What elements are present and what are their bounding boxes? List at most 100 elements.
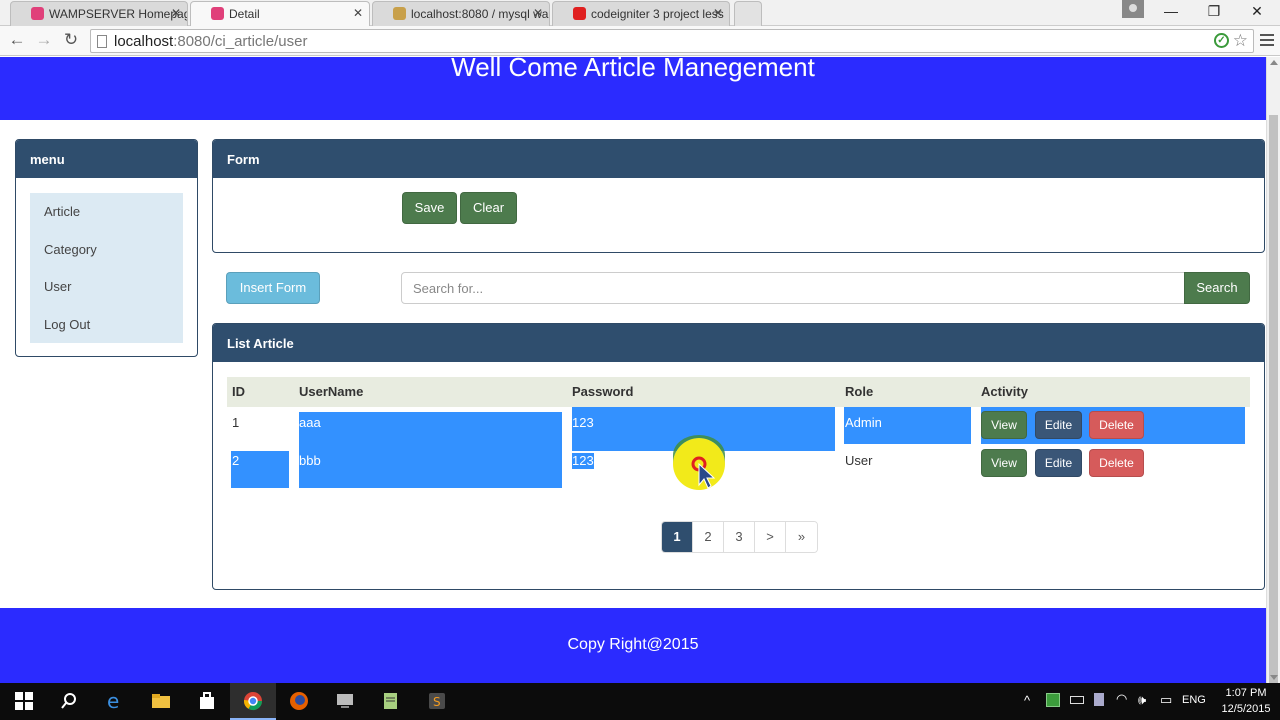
tab-title: WAMPSERVER Homepage bbox=[49, 7, 188, 21]
chrome-taskbar-button[interactable] bbox=[230, 683, 276, 720]
taskbar: e S ^ ◠ 🕪 ▭ ENG 1:07 PM 12/5/2015 bbox=[0, 683, 1280, 720]
search-taskbar-button[interactable] bbox=[46, 683, 92, 720]
page-link-2[interactable]: 2 bbox=[693, 522, 724, 552]
browser-toolbar: ← → ↻ localhost:8080/ci_article/user ✓ ☆ bbox=[0, 26, 1280, 56]
delete-button[interactable]: Delete bbox=[1089, 449, 1144, 477]
table-row: 1 aaa 123 Admin View Edite Delete bbox=[227, 407, 1250, 451]
column-header-username: UserName bbox=[299, 384, 364, 399]
save-button[interactable]: Save bbox=[402, 192, 457, 224]
url-path: :8080/ci_article/user bbox=[173, 33, 308, 50]
browser-tab-strip: WAMPSERVER Homepage ✕ Detail ✕ localhost… bbox=[0, 0, 1280, 26]
reload-icon[interactable]: ↻ bbox=[60, 30, 82, 52]
view-button[interactable]: View bbox=[981, 411, 1027, 439]
close-tab-icon[interactable]: ✕ bbox=[353, 6, 363, 20]
cursor-highlight-icon bbox=[673, 435, 725, 490]
back-icon[interactable]: ← bbox=[6, 30, 28, 52]
youtube-favicon-icon bbox=[573, 7, 586, 20]
tab-youtube[interactable]: codeigniter 3 project less ✕ bbox=[552, 1, 730, 26]
insert-form-button[interactable]: Insert Form bbox=[226, 272, 320, 304]
menu-item-user[interactable]: User bbox=[30, 268, 183, 306]
wamp-favicon-icon bbox=[31, 7, 44, 20]
store-taskbar-button[interactable] bbox=[184, 683, 230, 720]
menu-item-category[interactable]: Category bbox=[30, 231, 183, 269]
view-button[interactable]: View bbox=[981, 449, 1027, 477]
list-article-panel: List Article ID UserName Password Role A… bbox=[212, 323, 1265, 590]
battery-icon[interactable] bbox=[1070, 696, 1084, 704]
close-tab-icon[interactable]: ✕ bbox=[533, 6, 543, 20]
firefox-taskbar-button[interactable] bbox=[276, 683, 322, 720]
page-viewport: Well Come Article Manegement menu Articl… bbox=[0, 57, 1266, 683]
clock-time: 1:07 PM bbox=[1225, 687, 1267, 699]
extension-check-icon[interactable]: ✓ bbox=[1214, 33, 1229, 48]
edge-taskbar-button[interactable]: e bbox=[92, 683, 138, 720]
scroll-up-icon[interactable] bbox=[1270, 60, 1278, 65]
form-panel: Form Save Clear bbox=[212, 139, 1265, 253]
search-icon bbox=[61, 693, 76, 709]
profile-icon[interactable] bbox=[1122, 0, 1144, 18]
selection-highlight bbox=[231, 451, 289, 488]
clear-button[interactable]: Clear bbox=[460, 192, 517, 224]
sublime-taskbar-button[interactable]: S bbox=[414, 683, 460, 720]
column-header-password: Password bbox=[572, 384, 634, 399]
page-link-3[interactable]: 3 bbox=[724, 522, 755, 552]
selection-highlight bbox=[299, 445, 562, 488]
tray-chevron-icon[interactable]: ^ bbox=[1024, 693, 1030, 708]
search-input[interactable] bbox=[401, 272, 1185, 304]
menu-item-article[interactable]: Article bbox=[30, 193, 183, 231]
system-tray: ^ ◠ 🕪 ▭ ENG bbox=[1022, 683, 1212, 720]
folder-icon bbox=[152, 694, 170, 708]
sublime-text-icon: S bbox=[429, 693, 445, 709]
minimize-icon[interactable]: — bbox=[1152, 0, 1190, 24]
menu-list: Article Category User Log Out bbox=[30, 193, 183, 343]
tab-detail[interactable]: Detail ✕ bbox=[190, 1, 370, 26]
close-window-icon[interactable]: ✕ bbox=[1238, 0, 1276, 24]
forward-icon[interactable]: → bbox=[33, 30, 55, 52]
page-link-1[interactable]: 1 bbox=[662, 522, 693, 552]
url-text[interactable]: localhost:8080/ci_article/user bbox=[114, 33, 307, 50]
file-explorer-taskbar-button[interactable] bbox=[138, 683, 184, 720]
tab-wampserver[interactable]: WAMPSERVER Homepage ✕ bbox=[10, 1, 188, 26]
notepad-taskbar-button[interactable] bbox=[368, 683, 414, 720]
close-tab-icon[interactable]: ✕ bbox=[713, 6, 723, 20]
scrollbar-thumb[interactable] bbox=[1269, 115, 1278, 720]
header-banner: Well Come Article Manegement bbox=[0, 57, 1266, 120]
page-link-last[interactable]: » bbox=[786, 522, 817, 552]
list-heading: List Article bbox=[213, 324, 1264, 362]
clock[interactable]: 1:07 PM 12/5/2015 bbox=[1216, 685, 1276, 717]
notification-icon[interactable]: ▭ bbox=[1160, 692, 1172, 708]
address-bar[interactable]: localhost:8080/ci_article/user ✓ ☆ bbox=[90, 29, 1254, 53]
language-indicator[interactable]: ENG bbox=[1182, 694, 1206, 706]
vertical-scrollbar[interactable] bbox=[1266, 57, 1280, 720]
wamp-tray-icon[interactable] bbox=[1046, 693, 1060, 707]
tab-phpmyadmin[interactable]: localhost:8080 / mysql wa ✕ bbox=[372, 1, 550, 26]
svg-text:S: S bbox=[433, 695, 441, 709]
bookmark-star-icon[interactable]: ☆ bbox=[1233, 31, 1248, 51]
edit-button[interactable]: Edite bbox=[1035, 449, 1082, 477]
delete-button[interactable]: Delete bbox=[1089, 411, 1144, 439]
clock-date: 12/5/2015 bbox=[1221, 703, 1271, 715]
scroll-down-icon[interactable] bbox=[1270, 675, 1278, 680]
firefox-icon bbox=[290, 692, 308, 710]
close-tab-icon[interactable]: ✕ bbox=[171, 6, 181, 20]
store-icon bbox=[200, 692, 214, 709]
column-header-role: Role bbox=[845, 384, 874, 399]
search-button[interactable]: Search bbox=[1184, 272, 1250, 304]
app-taskbar-button[interactable] bbox=[322, 683, 368, 720]
page-link-next[interactable]: > bbox=[755, 522, 786, 552]
cell-role: User bbox=[845, 453, 873, 468]
edit-button[interactable]: Edite bbox=[1035, 411, 1082, 439]
notepad-plus-icon bbox=[384, 693, 397, 709]
cell-id: 2 bbox=[232, 453, 240, 468]
new-tab-button[interactable] bbox=[734, 1, 762, 26]
chrome-menu-icon[interactable] bbox=[1260, 34, 1274, 49]
wifi-icon[interactable]: ◠ bbox=[1116, 691, 1127, 707]
footer: Copy Right@2015 bbox=[0, 608, 1266, 683]
menu-item-logout[interactable]: Log Out bbox=[30, 306, 183, 344]
start-button[interactable] bbox=[0, 683, 46, 720]
volume-icon[interactable]: 🕪 bbox=[1138, 692, 1146, 708]
restore-icon[interactable]: ❐ bbox=[1195, 0, 1233, 24]
device-tray-icon[interactable] bbox=[1094, 693, 1104, 706]
tab-title: Detail bbox=[229, 7, 260, 21]
tab-title: localhost:8080 / mysql wa bbox=[411, 7, 549, 21]
selection-highlight bbox=[299, 412, 562, 445]
